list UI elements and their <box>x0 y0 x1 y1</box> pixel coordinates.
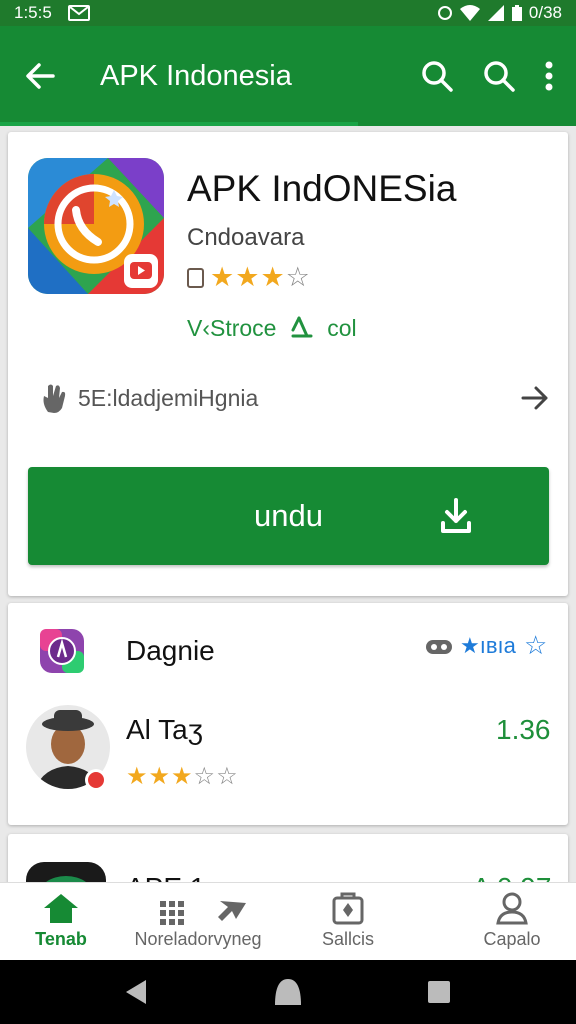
person-icon <box>496 892 528 925</box>
home-icon <box>44 894 78 923</box>
star-outline-icon: ☆ <box>216 763 239 790</box>
install-label: undu <box>254 498 323 533</box>
nav-back-icon[interactable] <box>122 978 150 1006</box>
star-icon: ★ <box>171 763 194 790</box>
list-item[interactable]: Dagnie ★ıʙıa ☆ <box>0 603 576 703</box>
list-item-title: Dagnie <box>126 635 215 666</box>
app-info-row[interactable]: 5E:ldadjemiHgnia <box>40 382 550 414</box>
shield-check-icon <box>291 316 313 338</box>
nav-item-home[interactable]: Tenab <box>20 883 102 961</box>
nav-label: Noreladorvyneg <box>134 929 262 949</box>
download-icon <box>441 498 471 533</box>
search-icon[interactable] <box>482 59 516 93</box>
signal-icon <box>487 5 504 21</box>
app-thumb-icon <box>40 629 84 673</box>
mail-icon <box>67 5 90 21</box>
list-item-title: Al Taʒ <box>126 714 203 745</box>
search-icon[interactable] <box>420 59 454 93</box>
bottom-navigation: Tenab Noreladorvyneg Sallcis Capalo <box>0 882 576 960</box>
star-outline-icon: ☆ <box>193 763 217 790</box>
nav-label: Sallcis <box>321 929 374 949</box>
hand-icon <box>43 384 66 413</box>
rating-stars: ★★★☆ <box>210 262 311 293</box>
star-icon: ★ <box>235 262 261 292</box>
info-text: 5E:ldadjemiHgnia <box>78 384 259 411</box>
status-bar: 1:5:5 0/38 <box>0 0 576 26</box>
safety-badge: V‹Stroce col <box>187 314 357 342</box>
star-icon: ★ <box>126 763 149 790</box>
star-outline-icon: ☆ <box>285 262 311 292</box>
nav-home-icon[interactable] <box>273 977 303 1007</box>
vibrate-icon <box>437 6 452 20</box>
install-button[interactable]: undu <box>28 467 549 565</box>
more-vert-icon[interactable] <box>544 59 554 93</box>
back-button[interactable] <box>0 59 80 93</box>
app-icon[interactable] <box>28 158 164 294</box>
app-rating: ★★★☆ <box>187 262 311 293</box>
status-right-text: 0/38 <box>528 3 562 22</box>
battery-icon <box>511 5 522 21</box>
apps-grid-icon <box>160 901 246 925</box>
arrow-right-icon[interactable] <box>520 384 550 412</box>
back-arrow-icon <box>26 63 55 89</box>
star-icon: ★ <box>260 262 286 292</box>
nav-item-store[interactable]: Sallcis <box>308 883 388 961</box>
nav-label: Capalo <box>483 929 541 949</box>
content-rating-icon <box>187 267 204 288</box>
controller-icon <box>426 640 452 654</box>
app-name: APK IndONESia <box>187 168 457 209</box>
store-icon <box>332 892 364 925</box>
list-item[interactable]: Al Taʒ 1.36 ★★★☆☆ <box>0 700 576 820</box>
star-outline-icon: ☆ <box>524 630 548 660</box>
page-title: APK Indonesia <box>100 59 292 92</box>
star-icon: ★ <box>210 262 236 292</box>
system-navigation-bar <box>0 960 576 1024</box>
nav-item-profile[interactable]: Capalo <box>470 883 554 961</box>
status-time: 1:5:5 <box>14 3 52 22</box>
safety-text: V‹Stroce <box>187 315 277 341</box>
rating-stars: ★★★☆☆ <box>126 762 239 791</box>
nav-item-categories[interactable]: Noreladorvyneg <box>126 883 270 961</box>
app-bar: APK Indonesia <box>0 26 576 126</box>
nav-recents-icon[interactable] <box>426 979 452 1005</box>
app-developer[interactable]: Cndoavara <box>187 224 304 252</box>
safety-suffix: col <box>327 315 357 341</box>
avatar <box>26 705 110 791</box>
list-item-value: 1.36 <box>496 714 551 745</box>
list-item-rating: ★ıʙıa <box>460 633 516 658</box>
tab-indicator <box>0 122 358 126</box>
nav-label: Tenab <box>35 929 87 949</box>
star-icon: ★ <box>148 763 172 790</box>
wifi-icon <box>459 5 480 21</box>
